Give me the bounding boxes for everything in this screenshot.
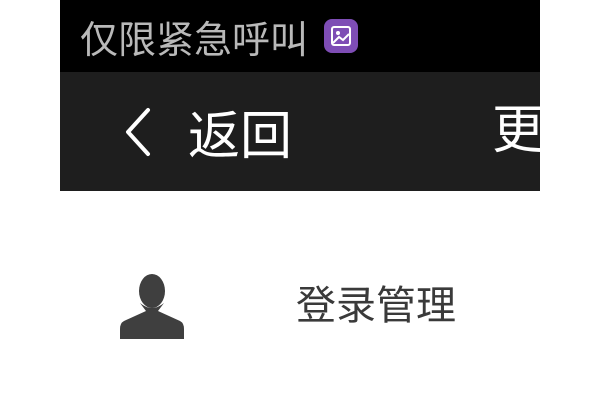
- back-label: 返回: [188, 107, 293, 167]
- back-button[interactable]: 返回: [118, 72, 292, 191]
- menu-item-login-management[interactable]: 登录管理: [60, 251, 540, 361]
- menu-item-label: 登录管理: [296, 283, 456, 329]
- status-text: 仅限紧急呼叫: [80, 17, 309, 62]
- content-area: 登录管理: [60, 191, 540, 400]
- toolbar: 返回 更: [60, 72, 540, 191]
- phone-screen: 仅限紧急呼叫 返回 更 登录管理: [60, 0, 540, 400]
- more-button[interactable]: 更: [492, 72, 540, 191]
- person-icon: [120, 274, 184, 339]
- gallery-icon: [324, 19, 359, 53]
- chevron-left-icon: [126, 107, 150, 156]
- status-bar: 仅限紧急呼叫: [60, 0, 540, 72]
